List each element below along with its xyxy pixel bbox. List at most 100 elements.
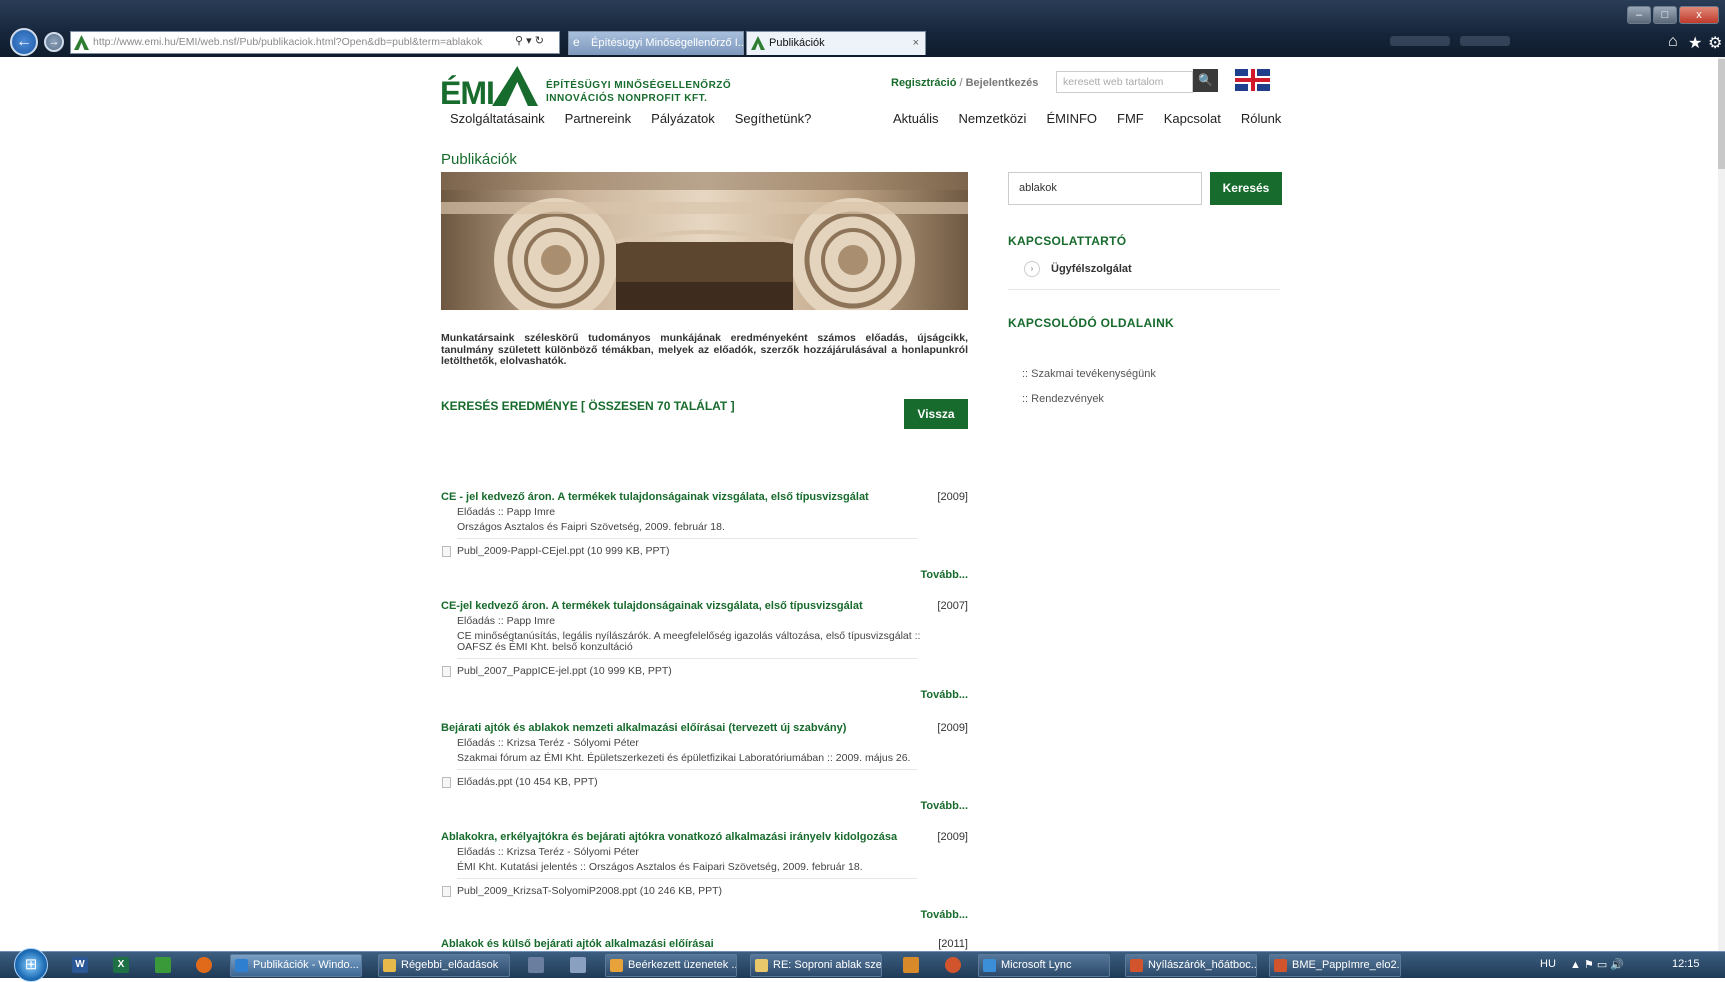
app-icon[interactable] xyxy=(155,957,171,973)
ie-tab-icon: e xyxy=(573,35,580,49)
taskbar-item[interactable]: Microsoft Lync xyxy=(978,954,1110,977)
minimize-button[interactable]: – xyxy=(1627,6,1651,24)
address-controls[interactable]: ⚲ ▾ ↻ xyxy=(515,34,544,47)
taskbar-item[interactable]: Régebbi_előadások xyxy=(378,954,510,977)
site-search-input[interactable]: keresett web tartalom xyxy=(1056,71,1193,93)
taskbar-item[interactable]: Beérkezett üzenetek ... xyxy=(605,954,737,977)
tab-publikaciok[interactable]: Publikációk × xyxy=(746,31,926,55)
file-icon xyxy=(442,886,451,897)
taskbar-label: BME_PappImre_elo2... xyxy=(1292,959,1401,971)
mail-icon xyxy=(755,959,768,972)
customer-service-label: Ügyfélszolgálat xyxy=(1051,263,1132,275)
sidebar-search-input[interactable]: ablakok xyxy=(1008,172,1202,205)
logo-roof-icon xyxy=(492,66,538,106)
sidebar-search-button[interactable]: Keresés xyxy=(1210,172,1282,205)
result-title-link[interactable]: Ablakokra, erkélyajtókra és bejárati ajt… xyxy=(441,831,968,843)
result-more-link[interactable]: Tovább... xyxy=(441,569,968,581)
word-icon[interactable]: W xyxy=(72,957,88,973)
result-divider xyxy=(457,769,917,770)
related-link-szakmai[interactable]: :: Szakmai tevékenységünk xyxy=(1022,368,1156,380)
back-button[interactable]: Vissza xyxy=(904,399,968,429)
app-icon[interactable] xyxy=(570,957,586,973)
logo-line2: INNOVÁCIÓS NONPROFIT KFT. xyxy=(546,93,708,104)
auth-separator: / xyxy=(959,77,963,89)
result-author: Előadás :: Papp Imre xyxy=(457,615,556,627)
nav-szolgaltatasaink[interactable]: Szolgáltatásaink xyxy=(450,111,545,126)
register-link[interactable]: Regisztráció xyxy=(891,77,956,89)
outlook-icon xyxy=(610,959,623,972)
clock[interactable]: 12:15 xyxy=(1672,958,1700,970)
site-favicon-icon xyxy=(74,35,89,50)
forward-arrow-icon[interactable]: → xyxy=(44,32,64,52)
excel-icon[interactable]: X xyxy=(113,957,129,973)
intro-text: Munkatársaink széleskörű tudományos munk… xyxy=(441,332,968,367)
result-source: ÉMI Kht. Kutatási jelentés :: Országos A… xyxy=(457,861,863,873)
gear-icon[interactable]: ⚙ xyxy=(1708,33,1722,53)
language-indicator[interactable]: HU xyxy=(1540,958,1556,970)
result-year: [2007] xyxy=(937,600,968,612)
nav-nemzetkozi[interactable]: Nemzetközi xyxy=(959,111,1027,126)
english-flag-icon[interactable] xyxy=(1235,69,1270,91)
taskbar-label: Publikációk - Windo... xyxy=(253,959,359,971)
windows-taskbar: ⊞ W X Publikációk - Windo... Régebbi_elő… xyxy=(0,948,1725,982)
result-item: Ablakokra, erkélyajtókra és bejárati ajt… xyxy=(441,831,968,921)
app-icon[interactable] xyxy=(528,957,544,973)
taskbar-label: Régebbi_előadások xyxy=(401,959,499,971)
nav-eminfo[interactable]: ÉMINFO xyxy=(1046,111,1097,126)
result-title-link[interactable]: Ablakok és külső bejárati ajtók alkalmaz… xyxy=(441,938,968,950)
address-bar[interactable]: http://www.emi.hu/EMI/web.nsf/Pub/publik… xyxy=(70,31,560,54)
result-more-link[interactable]: Tovább... xyxy=(441,800,968,812)
close-window-button[interactable]: x xyxy=(1679,6,1719,24)
result-divider xyxy=(457,658,917,659)
result-title-link[interactable]: CE-jel kedvező áron. A termékek tulajdon… xyxy=(441,600,968,612)
taskbar-label: Nyílászárók_hőátboc... xyxy=(1148,959,1257,971)
result-file-link[interactable]: Publ_2009-PappI-CEjel.ppt (10 999 KB, PP… xyxy=(441,545,968,557)
result-more-link[interactable]: Tovább... xyxy=(441,909,968,921)
related-link-rendezvenyek[interactable]: :: Rendezvények xyxy=(1022,393,1104,405)
nav-rolunk[interactable]: Rólunk xyxy=(1241,111,1281,126)
browser-icon[interactable] xyxy=(196,957,212,973)
tab-label: Építésügyi Minőségellenőrző I... xyxy=(591,37,744,49)
taskbar-item[interactable]: Nyílászárók_hőátboc... xyxy=(1125,954,1257,977)
result-file-link[interactable]: Publ_2007_PappICE-jel.ppt (10 999 KB, PP… xyxy=(441,665,968,677)
result-more-link[interactable]: Tovább... xyxy=(441,689,968,701)
result-item: CE - jel kedvező áron. A termékek tulajd… xyxy=(441,491,968,581)
tab-close-icon[interactable]: × xyxy=(913,32,919,54)
tab-emi[interactable]: e Építésügyi Minőségellenőrző I... xyxy=(568,31,744,55)
nav-aktualis[interactable]: Aktuális xyxy=(893,111,939,126)
file-label: Előadás.ppt (10 454 KB, PPT) xyxy=(457,776,598,788)
tray-icons[interactable]: ▲ ⚑ ▭ 🔊 xyxy=(1570,958,1624,971)
back-arrow-icon[interactable]: ← xyxy=(10,28,38,56)
result-file-link[interactable]: Publ_2009_KrizsaT-SolyomiP2008.ppt (10 2… xyxy=(441,885,968,897)
page-scrollbar[interactable] xyxy=(1718,57,1725,951)
start-button[interactable]: ⊞ xyxy=(14,948,48,982)
contact-heading: KAPCSOLATTARTÓ xyxy=(1008,234,1127,248)
scrollbar-thumb[interactable] xyxy=(1718,59,1725,169)
chrome-icon[interactable] xyxy=(945,957,961,973)
taskbar-item[interactable]: BME_PappImre_elo2... xyxy=(1269,954,1401,977)
nav-palyazatok[interactable]: Pályázatok xyxy=(651,111,715,126)
related-heading: KAPCSOLÓDÓ OLDALAINK xyxy=(1008,316,1174,330)
file-label: Publ_2007_PappICE-jel.ppt (10 999 KB, PP… xyxy=(457,665,672,677)
emi-logo[interactable]: ÉMI ÉPÍTÉSÜGYI MINŐSÉGELLENŐRZŐ INNOVÁCI… xyxy=(440,63,740,111)
taskbar-item[interactable]: RE: Soproni ablak sze... xyxy=(750,954,882,977)
star-icon[interactable]: ★ xyxy=(1688,33,1702,53)
media-icon[interactable] xyxy=(903,957,919,973)
result-source: Szakmai fórum az ÉMI Kht. Épületszerkeze… xyxy=(457,752,911,764)
result-title-link[interactable]: CE - jel kedvező áron. A termékek tulajd… xyxy=(441,491,968,503)
home-icon[interactable]: ⌂ xyxy=(1668,33,1678,51)
nav-kapcsolat[interactable]: Kapcsolat xyxy=(1164,111,1221,126)
login-link[interactable]: Bejelentkezés xyxy=(966,77,1039,89)
file-icon xyxy=(442,666,451,677)
taskbar-item[interactable]: Publikációk - Windo... xyxy=(230,954,362,977)
nav-segithetunk[interactable]: Segíthetünk? xyxy=(735,111,812,126)
web-page: ÉMI ÉPÍTÉSÜGYI MINŐSÉGELLENŐRZŐ INNOVÁCI… xyxy=(0,57,1725,951)
result-title-link[interactable]: Bejárati ajtók és ablakok nemzeti alkalm… xyxy=(441,722,968,734)
nav-fmf[interactable]: FMF xyxy=(1117,111,1144,126)
search-icon[interactable]: 🔍 xyxy=(1193,69,1218,92)
result-year: [2009] xyxy=(937,722,968,734)
result-file-link[interactable]: Előadás.ppt (10 454 KB, PPT) xyxy=(441,776,968,788)
taskbar-label: Microsoft Lync xyxy=(1001,959,1072,971)
nav-partnereink[interactable]: Partnereink xyxy=(565,111,631,126)
maximize-button[interactable]: □ xyxy=(1653,6,1677,24)
